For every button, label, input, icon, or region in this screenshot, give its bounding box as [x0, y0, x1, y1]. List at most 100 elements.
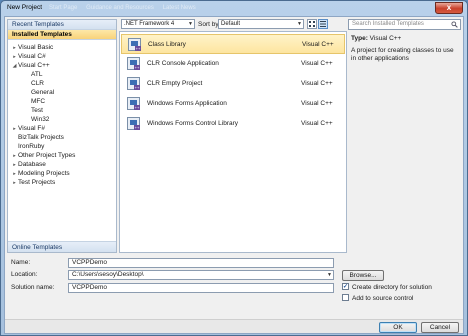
project-name-value: VCPPDemo	[72, 259, 108, 266]
medium-icons-view-button[interactable]	[307, 19, 317, 29]
template-name: Class Library	[148, 41, 186, 48]
ok-button[interactable]: OK	[379, 322, 417, 333]
template-language: Visual C++	[302, 41, 334, 48]
tree-item-label: Modeling Projects	[18, 170, 70, 177]
template-type: Type: Visual C++	[351, 35, 459, 42]
framework-select[interactable]: .NET Framework 4 ▼	[121, 19, 195, 29]
template-tree: ▸ Visual Basic ▸ Visual C# ◢ Visual C++ ATL CLR…	[8, 43, 116, 187]
tree-item[interactable]: ▸ Other Project Types	[8, 151, 116, 160]
tree-item[interactable]: IronRuby	[8, 142, 116, 151]
tree-item-label: MFC	[31, 98, 46, 105]
cancel-button[interactable]: Cancel	[421, 322, 459, 333]
location-value: C:\Users\sesoy\Desktop\	[72, 271, 144, 278]
template-name: Windows Forms Control Library	[147, 120, 239, 127]
template-item[interactable]: ++ Windows Forms Control Library Visual C+…	[121, 114, 345, 134]
location-field[interactable]: C:\Users\sesoy\Desktop\ ▼	[68, 270, 334, 280]
tree-item-label: Visual F#	[18, 125, 45, 132]
checkbox-unchecked-icon	[342, 293, 349, 301]
new-project-dialog: New Project Start Page Guidance and Reso…	[0, 0, 468, 336]
template-name: Windows Forms Application	[147, 100, 227, 107]
checkbox-checked-icon: ✓	[342, 282, 349, 290]
tree-item[interactable]: ▸ Modeling Projects	[8, 169, 116, 178]
framework-select-value: .NET Framework 4	[124, 21, 175, 27]
create-directory-checkbox[interactable]: ✓ Create directory for solution	[342, 282, 432, 292]
tree-item-label: Test	[31, 107, 43, 114]
sort-by-select[interactable]: Default ▼	[218, 19, 304, 29]
template-name: CLR Console Application	[147, 60, 219, 67]
template-language: Visual C++	[301, 60, 333, 67]
expand-arrow-icon[interactable]: ◢	[11, 62, 18, 71]
template-item[interactable]: ++ Class Library Visual C++	[121, 34, 345, 54]
tree-item[interactable]: ◢ Visual C++	[8, 61, 116, 70]
template-item[interactable]: ++ CLR Empty Project Visual C++	[121, 74, 345, 94]
template-description: A project for creating classes to use in…	[351, 47, 454, 62]
browse-button[interactable]: Browse...	[342, 270, 384, 281]
solution-name-field[interactable]: VCPPDemo	[68, 283, 334, 293]
project-name-field[interactable]: VCPPDemo	[68, 258, 334, 268]
windows-forms-icon: ++	[127, 97, 140, 110]
type-value: Visual C++	[369, 35, 402, 42]
tree-item[interactable]: Test	[8, 106, 116, 115]
search-placeholder: Search Installed Templates	[352, 21, 424, 27]
tree-item[interactable]: ATL	[8, 70, 116, 79]
tree-item[interactable]: BizTalk Projects	[8, 133, 116, 142]
expand-arrow-icon[interactable]: ▸	[11, 179, 18, 188]
solution-name-label: Solution name:	[11, 284, 55, 291]
tree-item[interactable]: ▸ Test Projects	[8, 178, 116, 187]
tree-item[interactable]: General	[8, 88, 116, 97]
template-toolbar: .NET Framework 4 ▼ Sort by: Default ▼	[121, 19, 347, 30]
template-language: Visual C++	[301, 100, 333, 107]
source-control-checkbox[interactable]: Add to source control	[342, 293, 414, 303]
solution-name-value: VCPPDemo	[72, 284, 108, 291]
tree-item[interactable]: Win32	[8, 115, 116, 124]
template-item[interactable]: ++ Windows Forms Application Visual C++	[121, 94, 345, 114]
tree-item-label: General	[31, 89, 55, 96]
tree-item[interactable]: ▸ Visual C#	[8, 52, 116, 61]
search-icon	[451, 21, 458, 28]
tree-item[interactable]: MFC	[8, 97, 116, 106]
installed-templates-header[interactable]: Installed Templates	[8, 30, 116, 40]
background-tab: Guidance and Resources	[86, 5, 154, 11]
dialog-title: New Project	[7, 4, 43, 11]
close-button[interactable]: x	[435, 2, 463, 14]
dialog-client-area: Recent Templates Installed Templates ▸ Vi…	[4, 16, 464, 334]
tree-item-label: Visual C++	[18, 62, 50, 69]
template-list: ++ Class Library Visual C++ ++ CLR Console A…	[119, 31, 347, 253]
online-templates-header[interactable]: Online Templates	[8, 241, 116, 252]
tree-item[interactable]: ▸ Visual Basic	[8, 43, 116, 52]
tree-item-label: Win32	[31, 116, 50, 123]
tree-item-label: ATL	[31, 71, 43, 78]
search-templates-input[interactable]: Search Installed Templates	[348, 19, 461, 30]
sort-by-value: Default	[221, 21, 241, 27]
background-tab: Start Page	[49, 5, 78, 11]
template-info-panel: Type: Visual C++ A project for creating …	[351, 35, 459, 63]
source-control-label: Add to source control	[352, 295, 414, 302]
create-directory-label: Create directory for solution	[352, 284, 432, 291]
template-language: Visual C++	[301, 120, 333, 127]
background-tab: Latest News	[162, 5, 196, 11]
close-icon: x	[446, 3, 452, 12]
tree-item[interactable]: ▸ Visual F#	[8, 124, 116, 133]
title-bar[interactable]: New Project Start Page Guidance and Reso…	[1, 1, 467, 15]
recent-templates-header[interactable]: Recent Templates	[8, 20, 116, 30]
template-item[interactable]: ++ CLR Console Application Visual C++	[121, 54, 345, 74]
template-language: Visual C++	[301, 80, 333, 87]
dialog-button-bar: OK Cancel	[5, 319, 463, 333]
chevron-down-icon: ▼	[297, 21, 302, 27]
tree-item-label: IronRuby	[18, 143, 45, 150]
class-library-icon: ++	[128, 38, 141, 51]
tree-item-label: Test Projects	[18, 179, 56, 186]
template-categories-panel: Recent Templates Installed Templates ▸ Vi…	[7, 19, 117, 253]
background-tabs: Start Page Guidance and Resources Latest…	[49, 4, 289, 12]
tree-item[interactable]: ▸ Database	[8, 160, 116, 169]
empty-project-icon: ++	[127, 77, 140, 90]
tree-item-label: Visual C#	[18, 53, 46, 60]
control-library-icon: ++	[127, 117, 140, 130]
template-name: CLR Empty Project	[147, 80, 203, 87]
tree-item-label: Visual Basic	[18, 44, 54, 51]
name-label: Name:	[11, 259, 31, 266]
tree-item[interactable]: CLR	[8, 79, 116, 88]
tree-item-label: BizTalk Projects	[18, 134, 64, 141]
list-view-icon	[320, 21, 326, 27]
list-view-button[interactable]	[318, 19, 328, 29]
